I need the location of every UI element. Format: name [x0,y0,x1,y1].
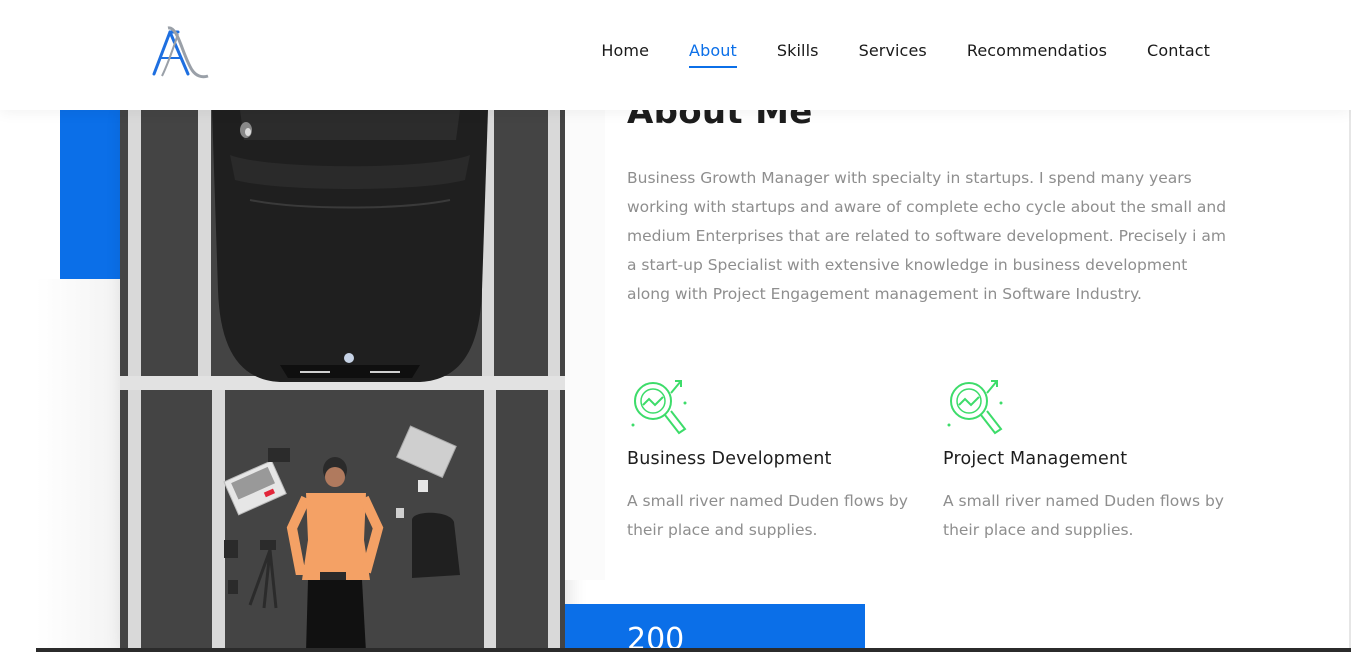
accent-block [60,110,122,279]
feature-title: Business Development [627,449,832,469]
main-nav: Home About Skills Services Recommendatio… [601,41,1210,68]
nav-about[interactable]: About [689,41,737,68]
feature-text: A small river named Duden flows by their… [943,492,1224,539]
feature-project-management: Project Management A small river named D… [943,375,1233,545]
nav-contact[interactable]: Contact [1147,41,1210,68]
content-panel [565,110,605,580]
about-description: Business Growth Manager with specialty i… [627,169,1227,303]
stat-counter: 200 [565,604,865,652]
about-photo [120,110,565,652]
analytics-search-icon [947,380,1003,435]
nav-skills[interactable]: Skills [777,41,819,68]
feature-business-development: Business Development A small river named… [627,375,917,545]
aa-monogram-logo[interactable] [148,24,210,82]
nav-services[interactable]: Services [859,41,927,68]
feature-title: Project Management [943,449,1128,469]
analytics-search-icon [631,380,687,435]
bottom-divider [36,648,1351,652]
nav-home[interactable]: Home [601,41,649,68]
feature-text: A small river named Duden flows by their… [627,492,908,539]
photo-shadow [36,279,120,652]
nav-recommendations[interactable]: Recommendatios [967,41,1107,68]
site-header: Home About Skills Services Recommendatio… [0,0,1351,110]
